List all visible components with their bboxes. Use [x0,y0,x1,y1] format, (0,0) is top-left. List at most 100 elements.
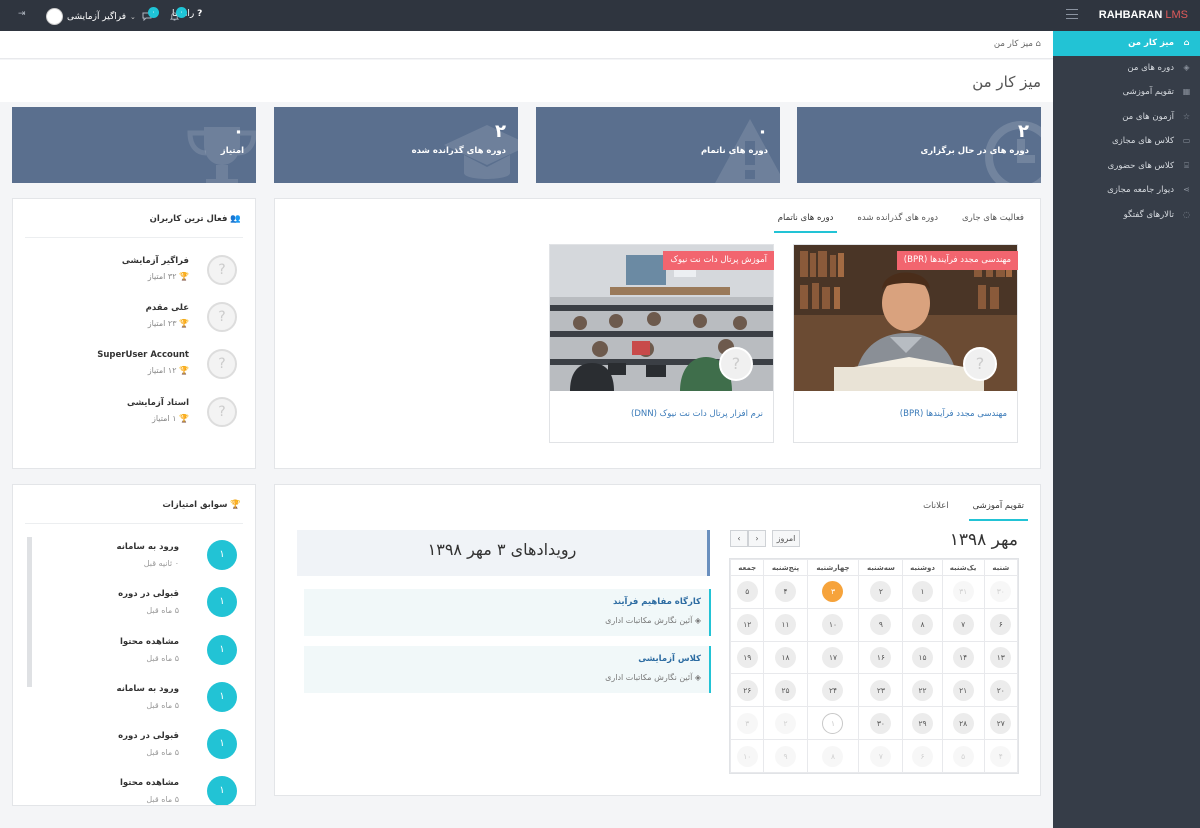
calendar-day[interactable]: ۹ [775,745,796,767]
next-month-button[interactable]: › [748,530,766,547]
calendar-day[interactable]: ۵ [736,581,758,603]
calendar-day[interactable]: ۲۹ [912,712,934,734]
sidebar-item-exams[interactable]: ☆ آزمون های من [1053,105,1200,130]
user-row[interactable]: استاد آزمایشی 🏆 ۱ امتیاز [17,395,237,435]
user-menu[interactable]: فراگیر آزمایشی ⌄ [46,8,136,25]
calendar-day-cell[interactable]: ۴ [983,739,1019,773]
calendar-day[interactable]: ۷ [952,614,974,636]
calendar-day-cell[interactable]: ۹ [763,739,808,773]
course-title[interactable]: نرم افزار پرتال دات نت نیوک (DNN) [631,409,763,419]
calendar-day[interactable]: ۶ [990,614,1012,636]
calendar-day-cell[interactable]: ۷ [941,607,985,642]
calendar-day-cell[interactable]: ۳۱ [941,575,985,609]
calendar-day[interactable]: ۱۹ [736,647,758,669]
event-item[interactable]: کلاس آزمایشی ◈ آئین نگارش مکاتبات اداری [304,646,711,693]
calendar-day-cell[interactable]: ۲۷ [983,706,1019,741]
prev-month-button[interactable]: ‹ [730,530,748,547]
user-row[interactable]: فراگیر آزمایشی 🏆 ۳۲ امتیاز [17,253,237,293]
sidebar-item-my-courses[interactable]: ◈ دوره های من [1053,56,1200,81]
calendar-day[interactable]: ۲۸ [952,712,974,734]
event-name[interactable]: کارگاه مفاهیم فرآیند [613,597,701,607]
calendar-day-cell[interactable]: ۱۶ [858,640,904,675]
calendar-day-cell[interactable]: ۵ [729,575,765,609]
calendar-day[interactable]: ۱۲ [736,614,758,636]
brand-logo[interactable]: RAHBARAN LMS [1099,9,1188,21]
calendar-day-cell[interactable]: ۱۵ [902,640,943,675]
calendar-day-cell[interactable]: ۳ [806,575,860,609]
calendar-day[interactable]: ۱۵ [912,647,934,669]
calendar-day-next-month[interactable]: ۱ [822,712,844,734]
calendar-day[interactable]: ۴ [990,745,1012,767]
course-title[interactable]: مهندسی مجدد فرآیندها (BPR) [900,409,1007,419]
calendar-day[interactable]: ۶ [912,745,934,767]
calendar-day-cell[interactable]: ۲۳ [858,673,904,708]
stat-card-completed[interactable]: ۲ دوره های گذرانده شده [274,107,518,183]
today-button[interactable]: امروز [772,530,800,547]
calendar-day[interactable]: ۹ [870,614,892,636]
calendar-day-cell[interactable]: ۱۰ [806,607,860,642]
calendar-day-cell[interactable]: ۱۲ [729,607,765,642]
calendar-day[interactable]: ۷ [870,745,892,767]
calendar-day-cell[interactable]: ۳۰ [858,706,904,741]
logout-icon[interactable]: ⇥ [18,9,26,19]
calendar-day-cell[interactable]: ۲۹ [902,706,943,741]
calendar-day[interactable]: ۱۱ [775,614,796,636]
calendar-day-cell[interactable]: ۱ [806,706,860,741]
menu-toggle-icon[interactable] [1066,9,1078,19]
tab-incomplete-courses[interactable]: دوره های ناتمام [773,211,838,233]
calendar-day-cell[interactable]: ۶ [902,739,943,773]
calendar-day[interactable]: ۱۳ [990,647,1012,669]
calendar-day-cell[interactable]: ۲ [763,706,808,741]
tab-calendar[interactable]: تقویم آموزشی [968,499,1028,521]
calendar-day-cell[interactable]: ۱۳ [983,640,1019,675]
calendar-day[interactable]: ۲۷ [990,712,1012,734]
calendar-day-cell[interactable]: ۹ [858,607,904,642]
calendar-day[interactable]: ۳ [736,712,758,734]
calendar-day-cell[interactable]: ۳۰ [983,575,1019,609]
calendar-day[interactable]: ۸ [912,614,934,636]
tab-current-activities[interactable]: فعالیت های جاری [958,211,1028,233]
user-row[interactable]: علی مقدم 🏆 ۲۳ امتیاز [17,300,237,340]
calendar-day-cell[interactable]: ۷ [858,739,904,773]
calendar-day-cell[interactable]: ۱ [902,575,943,609]
sidebar-item-forums[interactable]: ◌ تالارهای گفتگو [1053,203,1200,228]
event-item[interactable]: کارگاه مفاهیم فرآیند ◈ آئین نگارش مکاتبا… [304,589,711,636]
calendar-day-cell[interactable]: ۸ [902,607,943,642]
calendar-day[interactable]: ۱۰ [822,614,844,636]
course-card[interactable]: مهندسی مجدد فرآیندها (BPR) مهندسی مجدد ف… [793,244,1018,443]
calendar-day-cell[interactable]: ۲ [858,575,904,609]
calendar-day[interactable]: ۳۱ [952,581,974,603]
calendar-day[interactable]: ۲۴ [822,679,844,701]
calendar-day-cell[interactable]: ۲۰ [983,673,1019,708]
calendar-day-cell[interactable]: ۱۱ [763,607,808,642]
calendar-day[interactable]: ۲۳ [870,679,892,701]
calendar-day-cell[interactable]: ۲۴ [806,673,860,708]
calendar-day-cell[interactable]: ۴ [763,575,808,609]
calendar-day[interactable]: ۱۴ [952,647,974,669]
calendar-day-cell[interactable]: ۲۲ [902,673,943,708]
calendar-day[interactable]: ۳۰ [870,712,892,734]
course-card[interactable]: آموزش پرتال دات نت نیوک نرم افزار پرتال … [549,244,774,443]
calendar-day-cell[interactable]: ۱۸ [763,640,808,675]
stat-card-points[interactable]: ۰ امتیاز [12,107,256,183]
calendar-day[interactable]: ۲۰ [990,679,1012,701]
calendar-day[interactable]: ۲۵ [775,679,796,701]
calendar-day[interactable]: ۲ [775,712,796,734]
sidebar-item-virtual-classes[interactable]: ▭ کلاس های مجازی [1053,129,1200,154]
calendar-day[interactable]: ۱۸ [775,647,796,669]
calendar-day-cell[interactable]: ۵ [941,739,985,773]
sidebar-item-onsite-classes[interactable]: ⌸ کلاس های حضوری [1053,154,1200,179]
calendar-day[interactable]: ۱ [912,581,934,603]
sidebar-item-social-wall[interactable]: ⋖ دیوار جامعه مجازی [1053,178,1200,203]
calendar-day[interactable]: ۵ [952,745,974,767]
sidebar-item-dashboard[interactable]: ⌂ میز کار من [1049,31,1200,56]
calendar-day[interactable]: ۱۷ [822,647,844,669]
calendar-day-cell[interactable]: ۲۵ [763,673,808,708]
sidebar-item-calendar[interactable]: ▦ تقویم آموزشی [1053,80,1200,105]
calendar-day[interactable]: ۲۲ [912,679,934,701]
calendar-day-cell[interactable]: ۶ [983,607,1019,642]
tab-announcements[interactable]: اعلانات [919,499,952,521]
calendar-day-cell[interactable]: ۱۰ [729,739,765,773]
calendar-day-cell[interactable]: ۸ [806,739,860,773]
calendar-day-cell[interactable]: ۲۶ [729,673,765,708]
